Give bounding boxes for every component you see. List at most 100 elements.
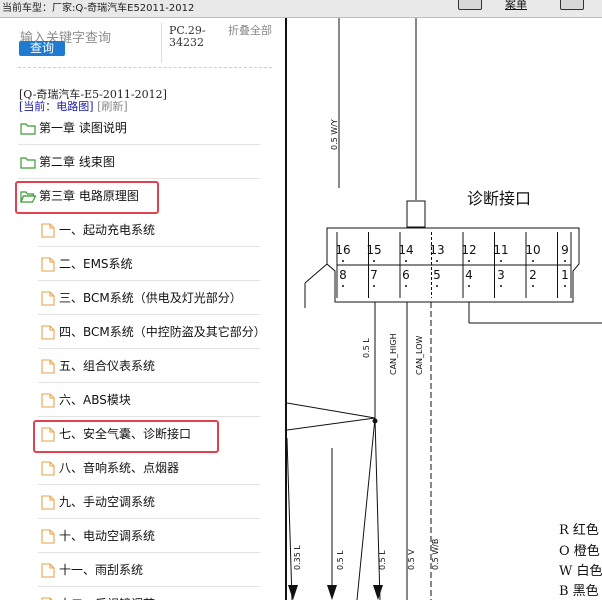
tree-section-label: 十二、后视镜调节: [59, 588, 155, 600]
wire-label-bottom: 0.5 L: [378, 550, 387, 570]
tree-section-8[interactable]: 八、音响系统、点烟器: [38, 452, 260, 485]
tree-section-label: 六、ABS模块: [59, 393, 131, 407]
sidebar: 输入关键字查询 查询 PC.29-34232 折叠全部 [Q-奇瑞汽车-E5-2…: [0, 18, 284, 600]
splice-dot: [372, 418, 378, 424]
folder-icon: [20, 123, 36, 135]
row-separator: [38, 552, 260, 553]
page-icon: [41, 393, 55, 408]
pin-number: 5: [433, 268, 441, 282]
current-model-label: 当前车型：: [2, 3, 52, 14]
connector-key: [406, 200, 426, 228]
pin-number: 15: [366, 243, 381, 257]
legend-item: B 黑色: [559, 583, 599, 599]
row-separator: [38, 416, 260, 417]
row-separator: [38, 314, 260, 315]
tree-section-12[interactable]: 十二、后视镜调节: [38, 588, 260, 600]
pin-number: 13: [429, 243, 444, 257]
maker-label: 厂家:Q-奇瑞汽车E52011-2012: [52, 3, 195, 14]
tree-section-label: 十一、雨刮系统: [59, 563, 144, 577]
wire-line: [287, 437, 293, 600]
arrow-heads: [288, 585, 383, 600]
toolbar-text-link[interactable]: 案单: [505, 0, 527, 13]
wire-label-can-low: CAN_LOW: [415, 335, 424, 375]
row-separator: [38, 348, 260, 349]
row-separator: [38, 518, 260, 519]
pin-number: 9: [561, 243, 569, 257]
tree-chapter-label: 第一章 读图说明: [39, 121, 127, 135]
tree-section-3[interactable]: 三、BCM系统（供电及灯光部分）: [38, 282, 260, 315]
collapse-all-button[interactable]: 折叠全部: [228, 25, 272, 37]
pin-number: 2: [529, 268, 537, 282]
wire-label-bottom: 0.5 L: [336, 550, 345, 570]
pin-number: 10: [525, 243, 540, 257]
page-icon: [41, 223, 55, 238]
row-separator: [38, 586, 260, 587]
top-bar: 当前车型： 厂家:Q-奇瑞汽车E52011-2012 案单: [0, 0, 602, 18]
tree-section-9[interactable]: 九、手动空调系统: [38, 486, 260, 519]
page-icon: [41, 325, 55, 340]
tree-section-label: 二、EMS系统: [59, 257, 133, 271]
wiring-diagram: 0.5 W/Y 诊断接口 16 15 14 13 12 11 10 9 8 7 …: [287, 18, 602, 600]
pin-number: 14: [398, 243, 413, 257]
wire-label-bottom: 0.5 V: [407, 549, 416, 570]
tree-section-2[interactable]: 二、EMS系统: [38, 248, 260, 281]
tree-chapter-2[interactable]: 第二章 线束图: [18, 146, 260, 179]
legend-item: O 橙色: [559, 543, 600, 559]
row-separator: [18, 178, 260, 179]
tree-section-label: 三、BCM系统（供电及灯光部分）: [59, 291, 242, 305]
pin-number: 3: [497, 268, 505, 282]
tree-section-10[interactable]: 十、电动空调系统: [38, 520, 260, 553]
search-button[interactable]: 查询: [19, 41, 65, 56]
page-icon: [41, 461, 55, 476]
pin-number: 12: [461, 243, 476, 257]
connector-bracket: [304, 263, 328, 308]
tree-section-1[interactable]: 一、起动充电系统: [38, 214, 260, 247]
row-separator: [38, 280, 260, 281]
pin-number: 6: [402, 268, 410, 282]
pin-number: 1: [561, 268, 569, 282]
tree-chapter-label: 第二章 线束图: [39, 155, 115, 169]
toolbar-button-right[interactable]: [560, 0, 584, 10]
tree-section-5[interactable]: 五、组合仪表系统: [38, 350, 260, 383]
tree-section-11[interactable]: 十一、雨刮系统: [38, 554, 260, 587]
tree-section-label: 四、BCM系统（中控防盗及其它部分）: [59, 325, 266, 339]
wire-label-bottom: 0.5 W/B: [431, 539, 440, 570]
diagram-title: 诊断接口: [467, 189, 531, 208]
highlight-box-chapter: [15, 181, 159, 214]
pin-number: 16: [335, 243, 350, 257]
pin-number: 11: [493, 243, 508, 257]
page-icon: [41, 291, 55, 306]
tree-section-label: 五、组合仪表系统: [59, 359, 156, 373]
tree-section-label: 八、音响系统、点烟器: [59, 461, 180, 475]
wire-label-left: 0.5 L: [362, 338, 371, 358]
toolbar-button-left[interactable]: [458, 0, 482, 10]
tree-section-4[interactable]: 四、BCM系统（中控防盗及其它部分）: [38, 316, 266, 349]
page-icon: [41, 257, 55, 272]
page-icon: [41, 529, 55, 544]
row-separator: [38, 246, 260, 247]
page-icon: [41, 563, 55, 578]
tree-chapter-1[interactable]: 第一章 读图说明: [18, 112, 260, 145]
legend-item: W 白色: [559, 563, 602, 579]
wiring-diagram-panel[interactable]: 0.5 W/Y 诊断接口 16 15 14 13 12 11 10 9 8 7 …: [285, 18, 602, 600]
pin-number: 4: [465, 268, 473, 282]
row-separator: [38, 382, 260, 383]
header-divider: [161, 23, 162, 63]
tree-section-label: 九、手动空调系统: [59, 495, 156, 509]
tree-section-label: 十、电动空调系统: [59, 529, 156, 543]
divider: [18, 67, 272, 68]
pin-number: 7: [370, 268, 378, 282]
wire-label-can-high: CAN_HIGH: [389, 333, 398, 375]
wire-label-top: 0.5 W/Y: [330, 119, 339, 150]
highlight-box-section: [33, 420, 219, 453]
legend-item: R 红色: [559, 522, 599, 538]
tree-section-label: 一、起动充电系统: [59, 223, 156, 237]
pc-code: PC.29-34232: [169, 24, 206, 49]
row-separator: [18, 144, 260, 145]
wire-label-bottom: 0.35 L: [293, 545, 302, 570]
pin-number: 8: [339, 268, 347, 282]
row-separator: [38, 484, 260, 485]
tree-section-6[interactable]: 六、ABS模块: [38, 384, 260, 417]
page-icon: [41, 495, 55, 510]
page-icon: [41, 359, 55, 374]
